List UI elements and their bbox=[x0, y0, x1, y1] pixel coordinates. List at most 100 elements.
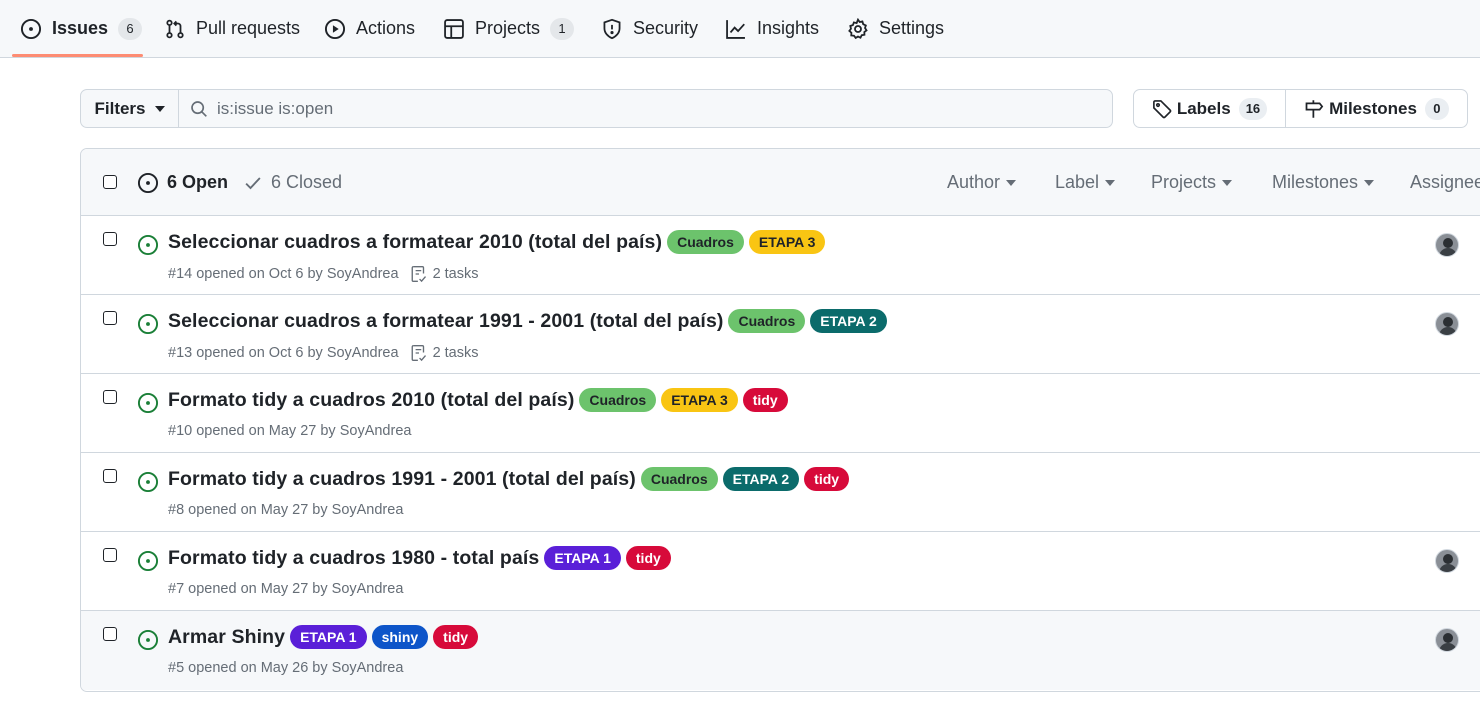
repo-nav: Issues 6 Pull requests Actions Projects … bbox=[0, 0, 1480, 58]
issue-row[interactable]: Armar Shiny ETAPA 1 shiny tidy #5 opened on … bbox=[81, 611, 1480, 690]
issue-title-line: Armar Shiny ETAPA 1 shiny tidy bbox=[168, 625, 479, 649]
label-filter[interactable]: Label bbox=[1055, 149, 1116, 216]
issue-title-line: Seleccionar cuadros a formatear 1991 - 2… bbox=[168, 309, 887, 333]
milestones-button[interactable]: Milestones 0 bbox=[1286, 90, 1467, 127]
tab-issues-count: 6 bbox=[118, 17, 143, 40]
issue-meta: #7 opened on May 27 by SoyAndrea bbox=[168, 581, 403, 597]
issue-label[interactable]: ETAPA 3 bbox=[661, 388, 738, 412]
tab-security-label: Security bbox=[633, 18, 699, 38]
open-issues-toggle[interactable]: 6 Open bbox=[137, 149, 228, 216]
issue-title-link[interactable]: Armar Shiny bbox=[168, 626, 285, 649]
author-filter[interactable]: Author bbox=[947, 149, 1017, 216]
issue-checkbox[interactable] bbox=[103, 548, 117, 562]
milestones-filter-label: Milestones bbox=[1272, 172, 1359, 192]
filters-button[interactable]: Filters bbox=[81, 90, 179, 127]
issue-checkbox[interactable] bbox=[103, 232, 117, 246]
issue-opened-by: #14 opened on Oct 6 by SoyAndrea bbox=[168, 266, 399, 282]
issue-label[interactable]: Cuadros bbox=[579, 388, 657, 412]
issue-label[interactable]: tidy bbox=[625, 546, 671, 570]
issue-label[interactable]: ETAPA 2 bbox=[722, 467, 800, 491]
issue-label[interactable]: Cuadros bbox=[667, 230, 744, 254]
issue-label[interactable]: Cuadros bbox=[640, 467, 718, 491]
issues-list: 6 Open 6 Closed Author Label Projects Mi… bbox=[80, 148, 1480, 692]
issue-label[interactable]: ETAPA 1 bbox=[544, 546, 621, 570]
tab-actions[interactable]: Actions bbox=[324, 0, 415, 57]
filters-bar: Filters bbox=[80, 89, 1113, 128]
issue-opened-icon bbox=[137, 392, 159, 414]
caret-down-icon bbox=[1364, 179, 1375, 186]
issue-tasks[interactable]: 2 tasks bbox=[410, 265, 479, 283]
issue-label[interactable]: ETAPA 1 bbox=[290, 625, 367, 649]
issue-label[interactable]: Cuadros bbox=[728, 309, 806, 333]
issue-row[interactable]: Formato tidy a cuadros 1980 - total país… bbox=[81, 532, 1480, 611]
issue-opened-by: #7 opened on May 27 by SoyAndrea bbox=[168, 581, 404, 597]
labels-button[interactable]: Labels 16 bbox=[1134, 90, 1286, 127]
assignee-avatar[interactable] bbox=[1435, 233, 1459, 257]
tab-issues[interactable]: Issues 6 bbox=[20, 0, 143, 57]
tab-security[interactable]: Security bbox=[601, 0, 698, 57]
tab-projects[interactable]: Projects 1 bbox=[443, 0, 575, 57]
assignee-avatar[interactable] bbox=[1435, 312, 1459, 336]
author-filter-label: Author bbox=[947, 172, 1001, 192]
label-filter-label: Label bbox=[1055, 172, 1100, 192]
closed-issues-label: 6 Closed bbox=[271, 172, 343, 192]
caret-down-icon bbox=[1222, 179, 1233, 186]
issue-checkbox[interactable] bbox=[103, 627, 117, 641]
open-issues-label: 6 Open bbox=[167, 172, 229, 192]
milestones-filter[interactable]: Milestones bbox=[1272, 149, 1375, 216]
milestones-button-label: Milestones bbox=[1329, 98, 1417, 118]
tab-projects-label: Projects bbox=[475, 18, 541, 38]
assignee-avatar[interactable] bbox=[1435, 628, 1459, 652]
checklist-icon bbox=[410, 265, 428, 283]
issue-row[interactable]: Seleccionar cuadros a formatear 2010 (to… bbox=[81, 216, 1480, 295]
assignee-filter[interactable]: Assignee bbox=[1410, 149, 1480, 216]
issue-opened-by: #8 opened on May 27 by SoyAndrea bbox=[168, 502, 404, 518]
issue-row[interactable]: Seleccionar cuadros a formatear 1991 - 2… bbox=[81, 295, 1480, 374]
filters-button-label: Filters bbox=[94, 98, 146, 118]
issue-title-link[interactable]: Formato tidy a cuadros 1980 - total país bbox=[168, 547, 539, 570]
issue-meta: #14 opened on Oct 6 by SoyAndrea 2 tasks bbox=[168, 265, 479, 283]
tab-pull-requests[interactable]: Pull requests bbox=[164, 0, 300, 57]
caret-down-icon bbox=[1105, 179, 1116, 186]
issue-checkbox[interactable] bbox=[103, 469, 117, 483]
milestone-icon bbox=[1304, 99, 1324, 119]
search-input[interactable] bbox=[217, 98, 1097, 119]
issue-opened-icon bbox=[137, 172, 159, 194]
issue-opened-icon bbox=[137, 471, 159, 493]
selected-tab-indicator bbox=[12, 54, 143, 57]
labels-count: 16 bbox=[1238, 97, 1268, 120]
issue-label[interactable]: ETAPA 3 bbox=[748, 230, 826, 254]
tab-pull-requests-label: Pull requests bbox=[196, 18, 301, 38]
tab-insights[interactable]: Insights bbox=[725, 0, 819, 57]
issue-label[interactable]: tidy bbox=[742, 388, 788, 412]
issue-label[interactable]: ETAPA 2 bbox=[810, 309, 887, 333]
projects-filter[interactable]: Projects bbox=[1151, 149, 1233, 216]
tab-settings[interactable]: Settings bbox=[847, 0, 944, 57]
issue-title-link[interactable]: Seleccionar cuadros a formatear 2010 (to… bbox=[168, 231, 662, 254]
issue-title-link[interactable]: Formato tidy a cuadros 2010 (total del p… bbox=[168, 389, 574, 412]
issue-checkbox[interactable] bbox=[103, 311, 117, 325]
search-icon bbox=[190, 100, 208, 118]
issue-label[interactable]: shiny bbox=[371, 625, 429, 649]
git-pull-request-icon bbox=[164, 18, 186, 40]
issue-label[interactable]: tidy bbox=[804, 467, 850, 491]
issue-tasks[interactable]: 2 tasks bbox=[410, 344, 479, 362]
issue-opened-icon bbox=[20, 18, 42, 40]
search-field[interactable] bbox=[179, 90, 1112, 127]
issue-title-line: Formato tidy a cuadros 2010 (total del p… bbox=[168, 388, 788, 412]
issue-opened-icon bbox=[137, 313, 159, 335]
closed-issues-toggle[interactable]: 6 Closed bbox=[243, 149, 342, 216]
assignee-avatar[interactable] bbox=[1435, 549, 1459, 573]
select-all-checkbox[interactable] bbox=[103, 175, 117, 189]
shield-icon bbox=[601, 18, 623, 40]
play-icon bbox=[324, 18, 346, 40]
issue-title-link[interactable]: Seleccionar cuadros a formatear 1991 - 2… bbox=[168, 310, 723, 333]
issue-row[interactable]: Formato tidy a cuadros 1991 - 2001 (tota… bbox=[81, 453, 1480, 532]
issue-title-link[interactable]: Formato tidy a cuadros 1991 - 2001 (tota… bbox=[168, 468, 636, 491]
issue-checkbox[interactable] bbox=[103, 390, 117, 404]
issue-row[interactable]: Formato tidy a cuadros 2010 (total del p… bbox=[81, 374, 1480, 453]
issue-label[interactable]: tidy bbox=[433, 625, 479, 649]
issue-meta: #5 opened on May 26 by SoyAndrea bbox=[168, 660, 403, 676]
caret-down-icon bbox=[1006, 179, 1017, 186]
checklist-icon bbox=[410, 344, 428, 362]
